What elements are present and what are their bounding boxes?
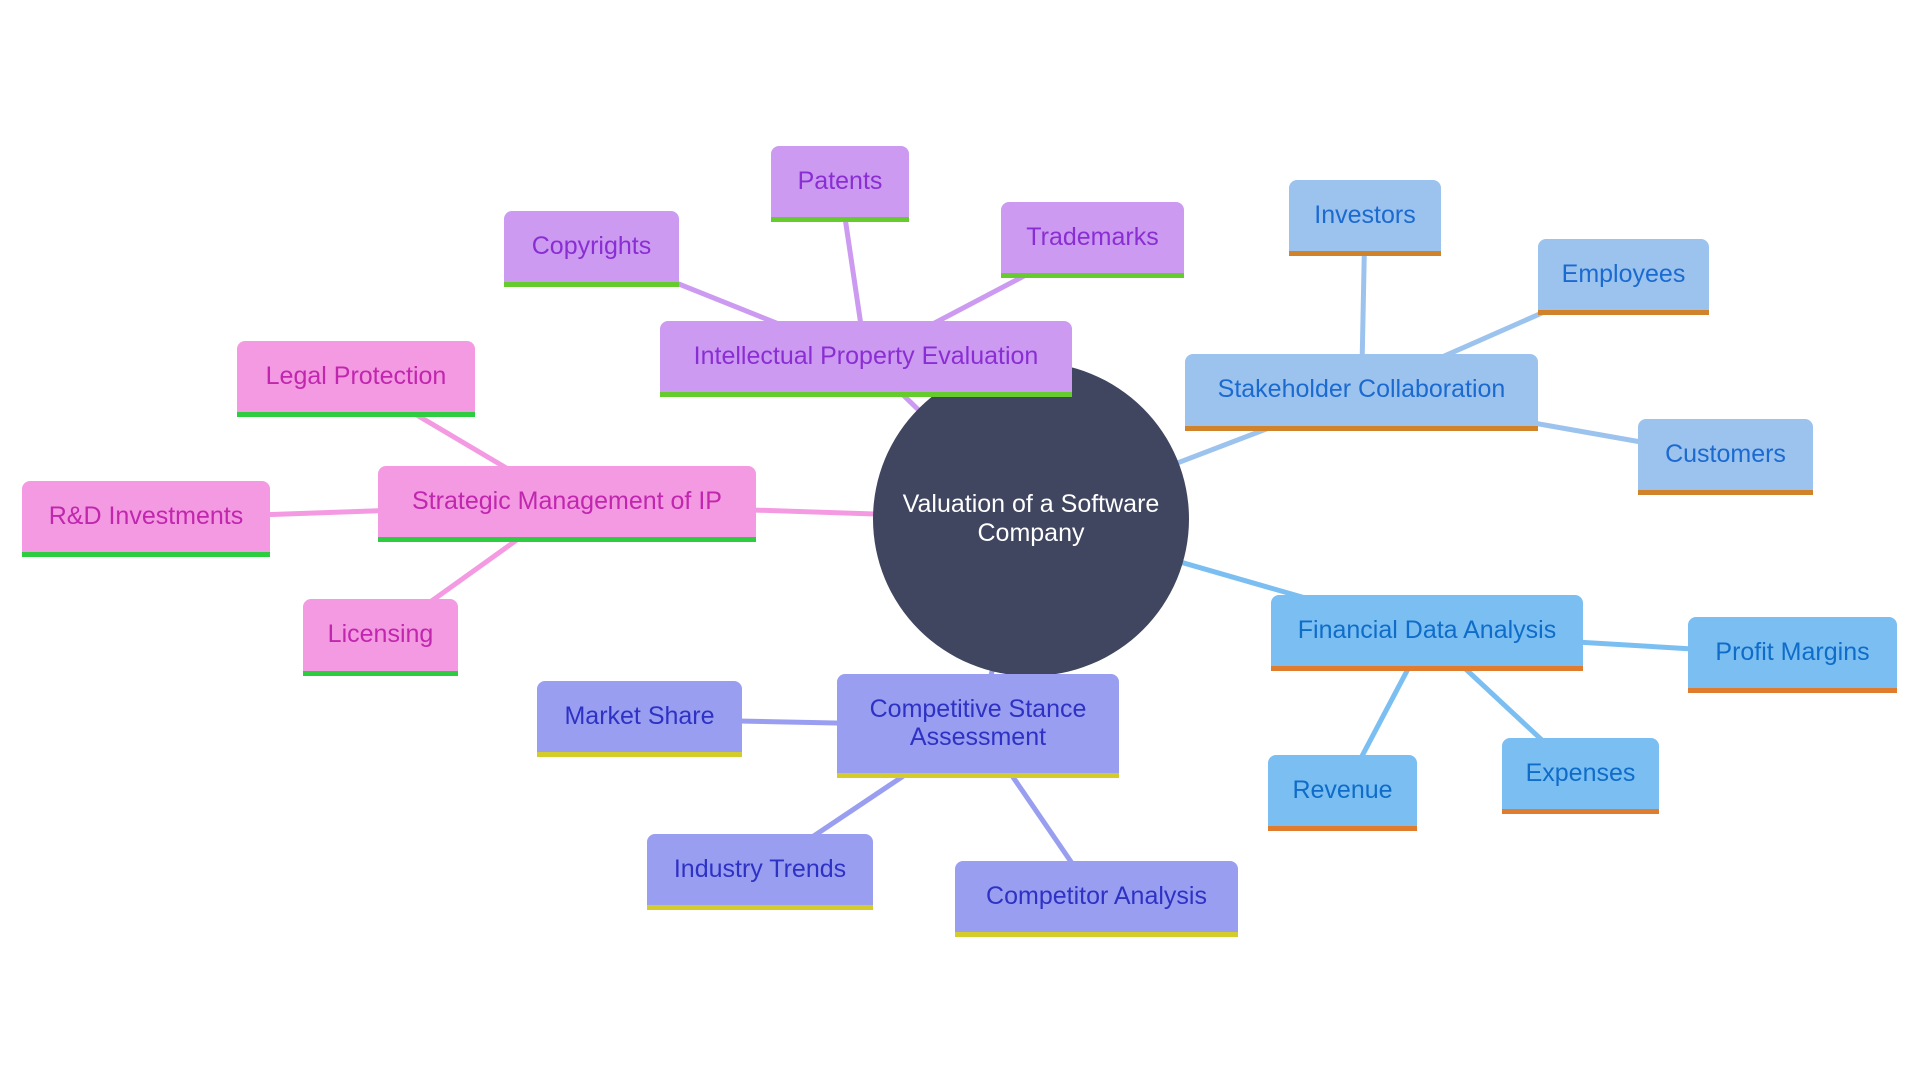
node-rnd-investments[interactable]: R&D Investments xyxy=(22,481,270,557)
node-label: Licensing xyxy=(327,620,434,648)
node-expenses[interactable]: Expenses xyxy=(1502,738,1659,814)
node-legal-protection[interactable]: Legal Protection xyxy=(237,341,475,417)
node-label: Profit Margins xyxy=(1715,637,1870,666)
node-customers[interactable]: Customers xyxy=(1638,419,1813,495)
node-strategic-management-of-ip[interactable]: Strategic Management of IP xyxy=(378,466,756,542)
node-financial-data-analysis[interactable]: Financial Data Analysis xyxy=(1271,595,1583,671)
node-copyrights[interactable]: Copyrights xyxy=(504,211,679,287)
node-label: Employees xyxy=(1561,259,1686,288)
mindmap-canvas: Valuation of a Software Company Intellec… xyxy=(0,0,1920,1080)
node-stakeholder-collaboration[interactable]: Stakeholder Collaboration xyxy=(1185,354,1538,431)
node-label: Legal Protection xyxy=(265,361,447,390)
node-label: Investors xyxy=(1314,200,1416,229)
node-employees[interactable]: Employees xyxy=(1538,239,1709,315)
node-label: Financial Data Analysis xyxy=(1297,615,1557,644)
node-trademarks[interactable]: Trademarks xyxy=(1001,202,1184,278)
node-label: Trademarks xyxy=(1026,222,1159,251)
root-node-valuation[interactable]: Valuation of a Software Company xyxy=(873,362,1189,676)
node-market-share[interactable]: Market Share xyxy=(537,681,742,757)
node-label: Customers xyxy=(1665,439,1786,468)
node-label: Market Share xyxy=(564,701,715,730)
node-label: R&D Investments xyxy=(48,501,244,530)
node-label: Stakeholder Collaboration xyxy=(1217,375,1506,403)
node-licensing[interactable]: Licensing xyxy=(303,599,458,676)
node-label: Competitor Analysis xyxy=(986,881,1207,910)
node-label: Revenue xyxy=(1292,775,1393,804)
node-competitor-analysis[interactable]: Competitor Analysis xyxy=(955,861,1238,937)
node-label: Intellectual Property Evaluation xyxy=(693,341,1039,370)
node-competitive-stance-assessment[interactable]: Competitive Stance Assessment xyxy=(837,674,1119,778)
node-profit-margins[interactable]: Profit Margins xyxy=(1688,617,1897,693)
node-label: Competitive Stance Assessment xyxy=(869,694,1087,751)
node-label: Expenses xyxy=(1525,758,1636,787)
node-label: Patents xyxy=(797,166,883,195)
node-intellectual-property-evaluation[interactable]: Intellectual Property Evaluation xyxy=(660,321,1072,397)
node-industry-trends[interactable]: Industry Trends xyxy=(647,834,873,910)
node-revenue[interactable]: Revenue xyxy=(1268,755,1417,831)
node-label: Industry Trends xyxy=(673,854,847,883)
node-patents[interactable]: Patents xyxy=(771,146,909,222)
node-label: Strategic Management of IP xyxy=(412,486,722,515)
root-node-label: Valuation of a Software Company xyxy=(902,490,1160,547)
node-label: Copyrights xyxy=(531,231,652,260)
node-investors[interactable]: Investors xyxy=(1289,180,1441,256)
